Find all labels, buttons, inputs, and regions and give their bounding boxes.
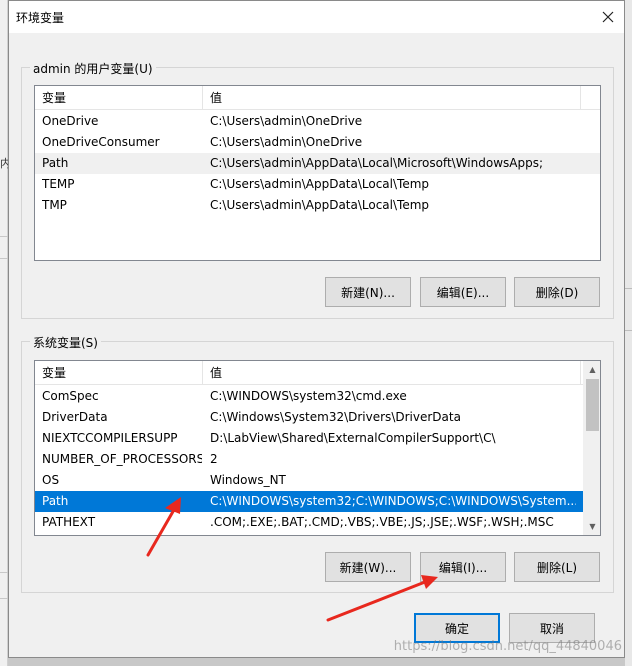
table-row[interactable]: DriverData C:\Windows\System32\Drivers\D… (35, 407, 600, 428)
divider (625, 330, 632, 331)
user-variables-legend: admin 的用户变量(U) (30, 60, 156, 77)
table-row[interactable]: Path C:\Users\admin\AppData\Local\Micros… (35, 153, 600, 174)
variable-name: OneDrive (42, 114, 99, 128)
close-button[interactable] (592, 1, 624, 33)
table-row[interactable]: TMP C:\Users\admin\AppData\Local\Temp (35, 195, 600, 216)
user-edit-button[interactable]: 编辑(E)... (420, 277, 506, 307)
column-header-variable[interactable]: 变量 (35, 361, 203, 385)
system-edit-button[interactable]: 编辑(I)... (420, 552, 506, 582)
variable-value: D:\LabView\Shared\ExternalCompilerSuppor… (210, 431, 496, 445)
scroll-down-arrow-icon[interactable]: ▼ (584, 518, 600, 535)
list-header: 变量 值 (35, 361, 600, 385)
variable-value: C:\Users\admin\AppData\Local\Temp (210, 198, 430, 212)
variable-name: TEMP (42, 177, 75, 191)
list-rows: ComSpec C:\WINDOWS\system32\cmd.exe Driv… (35, 386, 600, 533)
scrollbar-thumb[interactable] (586, 379, 599, 431)
variable-name: DriverData (42, 410, 108, 424)
table-row[interactable]: TEMP C:\Users\admin\AppData\Local\Temp (35, 174, 600, 195)
close-icon (602, 11, 614, 23)
table-row[interactable]: PATHEXT .COM;.EXE;.BAT;.CMD;.VBS;.VBE;.J… (35, 512, 600, 533)
ok-button[interactable]: 确定 (414, 613, 500, 643)
variable-value: C:\Users\admin\AppData\Local\Microsoft\W… (210, 156, 543, 170)
list-rows: OneDrive C:\Users\admin\OneDrive OneDriv… (35, 111, 600, 216)
variable-value: Windows_NT (210, 473, 286, 487)
column-header-value[interactable]: 值 (203, 361, 581, 385)
table-row[interactable]: ComSpec C:\WINDOWS\system32\cmd.exe (35, 386, 600, 407)
divider (0, 236, 8, 237)
variable-value: C:\Users\admin\AppData\Local\Temp (210, 177, 430, 191)
table-row[interactable]: NUMBER_OF_PROCESSORS 2 (35, 449, 600, 470)
cancel-button[interactable]: 取消 (509, 613, 595, 643)
divider (0, 572, 8, 573)
variable-name: NIEXTCCOMPILERSUPP (42, 431, 178, 445)
system-delete-button[interactable]: 删除(L) (514, 552, 600, 582)
variable-name: ComSpec (42, 389, 99, 403)
variable-name: TMP (42, 198, 67, 212)
variable-value: C:\Users\admin\OneDrive (210, 135, 363, 149)
variable-value: C:\Users\admin\OneDrive (210, 114, 363, 128)
variable-name: OS (42, 473, 60, 487)
variable-name: Path (42, 494, 69, 508)
user-variables-list[interactable]: 变量 值 OneDrive C:\Users\admin\OneDrive On… (34, 85, 601, 261)
variable-value: .COM;.EXE;.BAT;.CMD;.VBS;.VBE;.JS;.JSE;.… (210, 515, 554, 529)
user-variables-group: admin 的用户变量(U) 变量 值 OneDrive C:\Users\ad… (21, 60, 614, 319)
user-new-button[interactable]: 新建(N)... (325, 277, 411, 307)
variable-name: PATHEXT (42, 515, 96, 529)
title-bar: 环境变量 (9, 1, 624, 33)
system-variables-group: 系统变量(S) 变量 值 ComSpec C:\WINDOWS\system32… (21, 334, 614, 593)
divider (0, 258, 8, 259)
vertical-scrollbar[interactable]: ▲ ▼ (583, 361, 600, 535)
variable-name: OneDriveConsumer (42, 135, 160, 149)
background-app-edge: 内 (0, 0, 11, 666)
list-header: 变量 值 (35, 86, 600, 110)
background-app-edge-right (625, 0, 632, 666)
table-row[interactable]: OneDrive C:\Users\admin\OneDrive (35, 111, 600, 132)
system-new-button[interactable]: 新建(W)... (325, 552, 411, 582)
table-row[interactable]: NIEXTCCOMPILERSUPP D:\LabView\Shared\Ext… (35, 428, 600, 449)
variable-value: C:\Windows\System32\Drivers\DriverData (210, 410, 461, 424)
table-row[interactable]: OneDriveConsumer C:\Users\admin\OneDrive (35, 132, 600, 153)
dialog-title: 环境变量 (16, 11, 65, 25)
column-header-value[interactable]: 值 (203, 86, 581, 110)
scroll-up-arrow-icon[interactable]: ▲ (584, 361, 600, 378)
column-header-variable[interactable]: 变量 (35, 86, 203, 110)
variable-value: C:\WINDOWS\system32;C:\WINDOWS;C:\WINDOW… (210, 494, 576, 508)
system-variables-legend: 系统变量(S) (30, 334, 101, 351)
system-variables-list[interactable]: 变量 值 ComSpec C:\WINDOWS\system32\cmd.exe… (34, 360, 601, 536)
table-row[interactable]: OS Windows_NT (35, 470, 600, 491)
variable-name: NUMBER_OF_PROCESSORS (42, 452, 202, 466)
divider (625, 288, 632, 289)
table-row-selected[interactable]: Path C:\WINDOWS\system32;C:\WINDOWS;C:\W… (35, 491, 583, 512)
divider (0, 598, 8, 599)
variable-name: Path (42, 156, 69, 170)
user-delete-button[interactable]: 删除(D) (514, 277, 600, 307)
variable-value: 2 (210, 452, 218, 466)
variable-value: C:\WINDOWS\system32\cmd.exe (210, 389, 407, 403)
environment-variables-dialog: 环境变量 admin 的用户变量(U) 变量 值 OneDrive C:\Use… (8, 0, 625, 658)
